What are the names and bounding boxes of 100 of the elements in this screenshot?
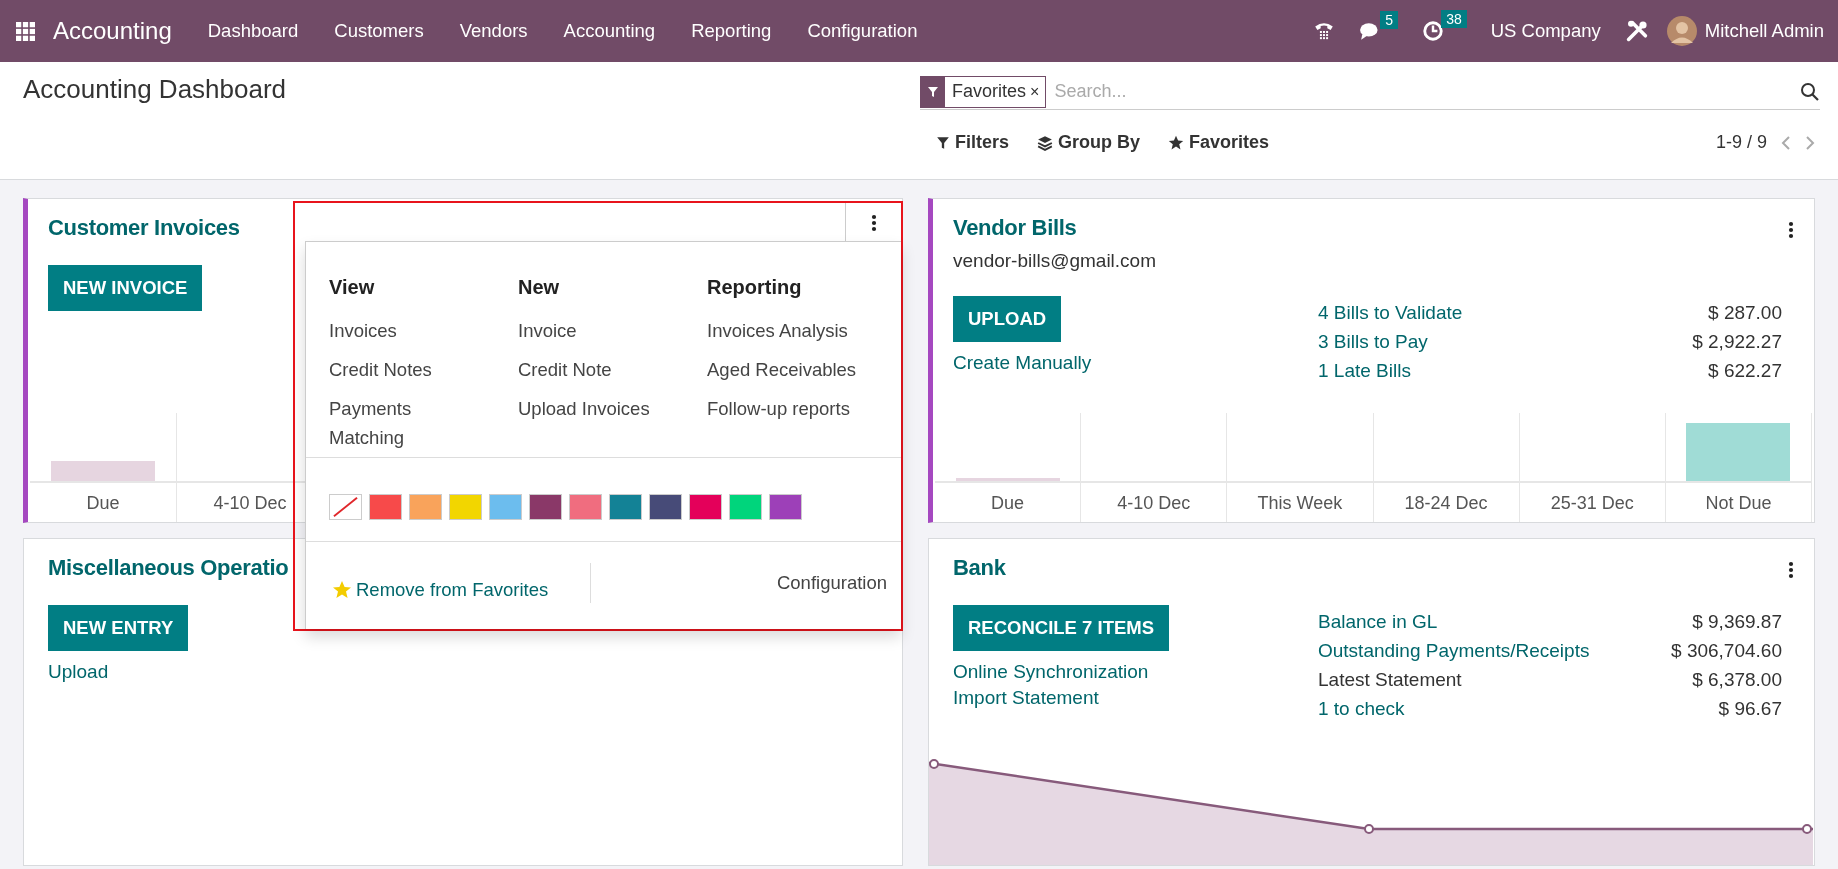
summary-label: Latest Statement [1318,668,1462,691]
summary-label[interactable]: Balance in GL [1318,610,1438,633]
next-page-icon[interactable] [1805,135,1815,150]
chart-axis-label: This Week [1256,492,1344,515]
dropdown-item[interactable]: Follow-up reports [707,394,857,423]
color-swatch[interactable] [449,494,482,520]
kebab-menu-icon[interactable] [870,214,877,232]
summary-amount: $ 622.27 [1708,359,1782,382]
menu-item[interactable]: Vendors [459,20,528,42]
action-link[interactable]: Online Synchronization [953,661,1149,683]
menu-section-heading: View [329,276,375,299]
search-icon[interactable] [1800,81,1820,102]
star-icon [332,580,352,600]
chart-axis-label: 4-10 Dec [1116,492,1192,515]
journal-title[interactable]: Customer Invoices [48,215,240,241]
color-swatch[interactable] [689,494,722,520]
chart-axis-label: Due [990,492,1026,515]
primary-button[interactable]: NEW INVOICE [48,265,203,311]
color-swatch[interactable] [609,494,642,520]
primary-button[interactable]: UPLOAD [953,296,1062,342]
filter-icon [921,76,945,107]
chart-axis-label: 4-10 Dec [212,492,288,515]
chart-point [1802,824,1812,834]
tools-icon[interactable] [1624,19,1649,43]
color-swatch[interactable] [489,494,522,520]
menu-item[interactable]: Accounting [563,20,656,42]
summary-amount: $ 96.67 [1718,697,1782,720]
layers-icon [1037,134,1054,151]
search-input[interactable]: Search... [1052,80,1794,103]
dropdown-item[interactable]: Upload Invoices [518,394,668,423]
phone-icon[interactable] [1313,20,1336,42]
avatar[interactable] [1666,16,1697,46]
journal-title[interactable]: Miscellaneous Operatio [48,555,289,581]
summary-label[interactable]: Outstanding Payments/Receipts [1318,639,1590,662]
configuration-link[interactable]: Configuration [776,572,887,594]
primary-button[interactable]: NEW ENTRY [48,605,189,651]
primary-button[interactable]: RECONCILE 7 ITEMS [953,605,1170,651]
summary-label[interactable]: 4 Bills to Validate [1318,301,1463,324]
chart-axis-label: 18-24 Dec [1403,492,1489,515]
summary-label[interactable]: 3 Bills to Pay [1318,330,1428,353]
menu-item[interactable]: Reporting [691,20,772,42]
journal-title[interactable]: Bank [953,555,1006,581]
action-link[interactable]: Create Manually [953,352,1092,374]
dropdown-item[interactable]: Invoices Analysis [707,316,857,345]
company-switcher[interactable]: US Company [1490,20,1601,42]
menu-item[interactable]: Configuration [807,20,918,42]
color-swatch[interactable] [409,494,442,520]
previous-page-icon[interactable] [1781,135,1791,150]
journal-title[interactable]: Vendor Bills [953,215,1157,241]
user-name[interactable]: Mitchell Admin [1704,20,1824,42]
dropdown-item[interactable]: Credit Notes [329,355,479,384]
search-facet[interactable]: Favorites × [920,75,1047,108]
menu-section-heading: Reporting [707,276,802,299]
journal-email: vendor-bills@gmail.com [953,250,1157,272]
menu-item[interactable]: Dashboard [207,20,299,42]
menu-item[interactable]: Customers [334,20,424,42]
activity-count-badge: 38 [1441,10,1467,28]
color-swatch[interactable] [529,494,562,520]
filter-icon [936,135,950,150]
dropdown-item[interactable]: Aged Receivables [707,355,857,384]
dropdown-item[interactable]: Invoice [518,316,668,345]
action-link[interactable]: Upload [48,661,109,683]
color-swatch[interactable] [649,494,682,520]
search-option-button[interactable]: Group By [1037,128,1141,157]
chart-axis-label: 25-31 Dec [1549,492,1635,515]
no-color-swatch[interactable] [329,494,362,520]
remove-favorite-link[interactable]: Remove from Favorites [332,579,549,601]
dropdown-item[interactable]: Invoices [329,316,479,345]
page-title: Accounting Dashboard [23,73,287,105]
summary-amount: $ 6,378.00 [1692,668,1782,691]
summary-amount: $ 2,922.27 [1692,330,1782,353]
star-icon [1168,134,1185,151]
color-swatch[interactable] [769,494,802,520]
action-link[interactable]: Import Statement [953,687,1099,709]
kebab-menu-icon[interactable] [1788,221,1794,239]
search-bar[interactable]: Favorites × Search... [920,74,1820,110]
summary-amount: $ 9,369.87 [1692,610,1782,633]
facet-label: Favorites [951,81,1028,102]
color-swatch[interactable] [369,494,402,520]
chart-axis-label: Not Due [1704,492,1773,515]
dropdown-item[interactable]: Payments Matching [329,394,479,452]
dropdown-item[interactable]: Credit Note [518,355,668,384]
message-count-badge: 5 [1380,11,1399,29]
app-name[interactable]: Accounting [53,17,172,45]
color-swatch[interactable] [569,494,602,520]
summary-label[interactable]: 1 Late Bills [1318,359,1411,382]
search-option-button[interactable]: Favorites [1168,128,1270,157]
kebab-menu-icon[interactable] [1788,561,1794,579]
summary-label[interactable]: 1 to check [1318,697,1405,720]
menu-section-heading: New [518,276,560,299]
search-option-button[interactable]: Filters [936,128,1010,157]
chart-axis-label: Due [85,492,121,515]
summary-amount: $ 287.00 [1708,301,1782,324]
facet-remove-button[interactable]: × [1030,82,1046,101]
color-swatch[interactable] [729,494,762,520]
apps-grid-icon[interactable] [16,21,35,41]
summary-amount: $ 306,704.60 [1671,639,1782,662]
chart-point [1364,824,1374,834]
pager-value[interactable]: 1-9 / 9 [1715,132,1767,153]
clock-icon[interactable] [1422,20,1445,42]
